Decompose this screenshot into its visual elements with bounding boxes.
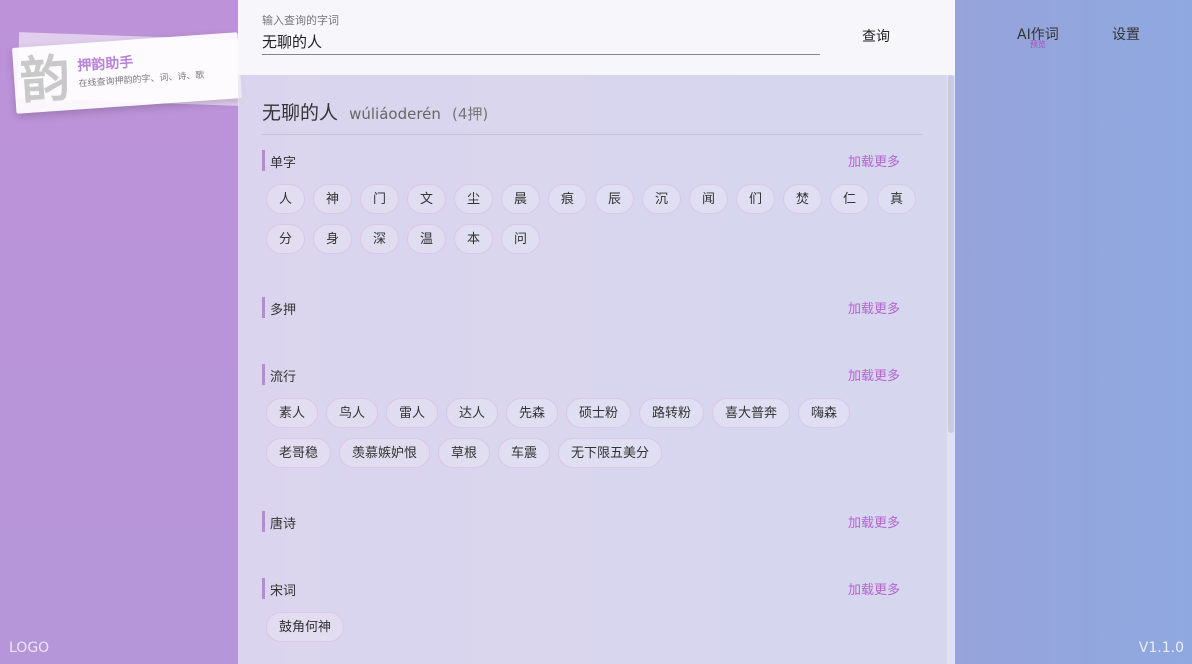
section-3: 唐诗 加载更多 (262, 511, 924, 533)
section-0: 单字 加载更多人神门文尘晨痕辰沉闻们焚仁真分身深温本问 (262, 150, 924, 254)
rhyme-chip[interactable]: 身 (313, 224, 352, 254)
rhyme-chip[interactable]: 人 (266, 184, 305, 214)
load-more-button[interactable]: 加载更多 (848, 512, 900, 531)
section-accent-bar (262, 511, 265, 532)
section-header: 宋词 加载更多 (262, 578, 924, 600)
search-button[interactable]: 查询 (848, 22, 904, 50)
section-accent-bar (262, 364, 265, 385)
rhyme-chip[interactable]: 达人 (446, 398, 498, 428)
rhyme-chip[interactable]: 痕 (548, 184, 587, 214)
app-title: 押韵助手 (76, 54, 134, 75)
section-title: 宋词 (270, 584, 297, 599)
result-pinyin: wúliáoderén (349, 105, 441, 123)
rhyme-chip[interactable]: 焚 (783, 184, 822, 214)
rhyme-chip[interactable]: 本 (454, 224, 493, 254)
rhyme-chip[interactable]: 沉 (642, 184, 681, 214)
rhyme-chip[interactable]: 辰 (595, 184, 634, 214)
rhyme-chip[interactable]: 深 (360, 224, 399, 254)
section-4: 宋词 加载更多鼓角何神 (262, 578, 924, 642)
rhyme-chip[interactable]: 仁 (830, 184, 869, 214)
logo-footer: LOGO (9, 640, 50, 656)
section-header: 多押 加载更多 (262, 297, 924, 319)
rhyme-chip[interactable]: 问 (501, 224, 540, 254)
section-accent-bar (262, 297, 265, 318)
section-title: 单字 (270, 156, 297, 171)
rhyme-chip[interactable]: 分 (266, 224, 305, 254)
rhyme-chip[interactable]: 素人 (266, 398, 318, 428)
result-header: 无聊的人 wúliáoderén (4押) (262, 98, 922, 135)
rhyme-chip[interactable]: 无下限五美分 (558, 438, 662, 468)
rhyme-chip[interactable]: 鸟人 (326, 398, 378, 428)
rhyme-chip[interactable]: 真 (877, 184, 916, 214)
section-accent-bar (262, 578, 265, 599)
rhyme-chip[interactable]: 车震 (498, 438, 550, 468)
rhyme-chip[interactable]: 路转粉 (639, 398, 704, 428)
rhyme-chip[interactable]: 喜大普奔 (712, 398, 790, 428)
search-label: 输入查询的字词 (262, 14, 339, 27)
load-more-button[interactable]: 加载更多 (848, 298, 900, 317)
section-title: 流行 (270, 370, 297, 385)
section-title: 唐诗 (270, 517, 297, 532)
scrollbar[interactable] (947, 75, 955, 664)
left-pane: 韵 押韵助手 在线查询押韵的字、词、诗、歌 LOGO (0, 0, 243, 664)
main-content: 输入查询的字词 查询 无聊的人 wúliáoderén (4押) 单字加载更多人… (238, 0, 955, 664)
section-header: 唐诗 加载更多 (262, 511, 924, 533)
rhyme-chip[interactable]: 硕士粉 (566, 398, 631, 428)
rhyme-chip[interactable]: 老哥稳 (266, 438, 331, 468)
rhyme-chip[interactable]: 鼓角何神 (266, 612, 344, 642)
section-1: 多押 加载更多 (262, 297, 924, 319)
scrollbar-thumb[interactable] (948, 75, 954, 433)
nav-ai-lyrics[interactable]: AI作词 预览 (1017, 24, 1059, 49)
rhyme-chip[interactable]: 门 (360, 184, 399, 214)
rhyme-chip[interactable]: 尘 (454, 184, 493, 214)
load-more-button[interactable]: 加载更多 (848, 151, 900, 170)
rhyme-chip[interactable]: 们 (736, 184, 775, 214)
rhyme-chip[interactable]: 晨 (501, 184, 540, 214)
section-header: 单字 加载更多 (262, 150, 924, 172)
right-pane: AI作词 预览 设置 V1.1.0 (955, 0, 1192, 664)
rhyme-chip[interactable]: 雷人 (386, 398, 438, 428)
section-accent-bar (262, 150, 265, 171)
rhyme-chip[interactable]: 文 (407, 184, 446, 214)
rhyme-chip[interactable]: 羡慕嫉妒恨 (339, 438, 430, 468)
version-label: V1.1.0 (1138, 640, 1184, 656)
result-rhyme-count: (4押) (452, 105, 489, 123)
logo-glyph: 韵 (18, 48, 73, 111)
result-word: 无聊的人 (262, 102, 339, 124)
search-bar: 输入查询的字词 查询 (238, 0, 955, 75)
load-more-button[interactable]: 加载更多 (848, 365, 900, 384)
rhyme-chip[interactable]: 闻 (689, 184, 728, 214)
rhyme-chip[interactable]: 嗨森 (798, 398, 850, 428)
rhyme-chip[interactable]: 温 (407, 224, 446, 254)
section-title: 多押 (270, 303, 297, 318)
section-header: 流行 加载更多 (262, 364, 924, 386)
rhyme-chip[interactable]: 神 (313, 184, 352, 214)
section-2: 流行 加载更多素人 鸟人 雷人 达人 先森 硕士粉 路转粉 喜大普奔 嗨森老哥稳 羡慕嫉妒恨 草根 车震… (262, 364, 924, 468)
search-input[interactable] (262, 28, 820, 55)
rhyme-chip[interactable]: 先森 (506, 398, 558, 428)
nav-settings[interactable]: 设置 (1112, 24, 1140, 44)
load-more-button[interactable]: 加载更多 (848, 579, 900, 598)
rhyme-chip[interactable]: 草根 (438, 438, 490, 468)
